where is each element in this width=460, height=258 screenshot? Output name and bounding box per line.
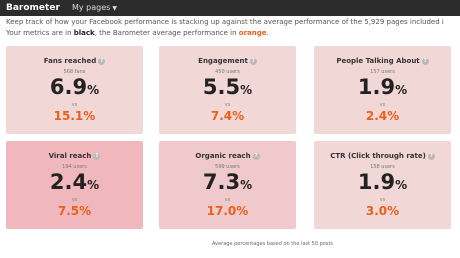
top-navigation-bar: Barometer My pages ▼ xyxy=(0,0,460,16)
card-benchmark: 7.5% xyxy=(57,204,92,218)
card-vs: vs xyxy=(71,102,78,108)
intro-line-1: Keep track of how your Facebook performa… xyxy=(6,18,444,26)
card-title: Engagement? xyxy=(159,57,296,66)
intro-black-word: black xyxy=(73,29,95,37)
card-vs: vs xyxy=(224,102,231,108)
card-title-text: CTR (Click through rate) xyxy=(330,152,426,160)
intro-text-part: . xyxy=(266,29,269,37)
card-benchmark: 3.0% xyxy=(365,204,400,218)
card-benchmark: 2.4% xyxy=(365,109,400,123)
card-value: 7.3% xyxy=(159,171,296,196)
card-benchmark: 17.0% xyxy=(206,204,249,218)
card-value: 1.9% xyxy=(314,171,451,196)
help-circle-icon[interactable]: ? xyxy=(249,57,257,65)
percent-sign: % xyxy=(240,83,253,97)
intro-text-part: , the Barometer average performance in xyxy=(94,29,239,37)
metric-card-viral-reach: Viral reach? 194 users 2.4% vs 7.5% xyxy=(6,141,143,229)
percent-sign: % xyxy=(87,178,100,192)
card-value-number: 5.5 xyxy=(202,75,241,99)
intro-text-part: Your metrics are in xyxy=(6,29,74,37)
card-title: CTR (Click through rate)? xyxy=(314,152,451,161)
card-title: Fans reached? xyxy=(6,57,143,66)
card-title: Organic reach? xyxy=(159,152,296,161)
metric-card-people-talking-about: People Talking About? 157 users 1.9% vs … xyxy=(314,46,451,134)
card-title-text: Engagement xyxy=(198,57,248,65)
card-title-text: Viral reach xyxy=(48,152,92,160)
card-title-text: Fans reached xyxy=(43,57,97,65)
card-title-text: Organic reach xyxy=(195,152,251,160)
brand-logo[interactable]: Barometer xyxy=(6,2,60,14)
caret-down-icon: ▼ xyxy=(112,5,117,12)
card-vs: vs xyxy=(379,197,386,203)
card-benchmark: 15.1% xyxy=(53,109,96,123)
help-circle-icon[interactable]: ? xyxy=(93,152,101,160)
card-value-number: 1.9 xyxy=(357,75,396,99)
card-title-text: People Talking About xyxy=(336,57,420,65)
card-value-number: 6.9 xyxy=(49,75,88,99)
intro-orange-word: orange xyxy=(238,29,267,37)
percent-sign: % xyxy=(395,83,408,97)
intro-line-2: Your metrics are in black, the Barometer… xyxy=(6,28,460,39)
metric-card-organic-reach: Organic reach? 599 users 7.3% vs 17.0% xyxy=(159,141,296,229)
card-value-number: 1.9 xyxy=(357,170,396,194)
card-value: 5.5% xyxy=(159,76,296,101)
metric-card-engagement: Engagement? 450 users 5.5% vs 7.4% xyxy=(159,46,296,134)
percent-sign: % xyxy=(87,83,100,97)
metric-card-ctr: CTR (Click through rate)? 158 users 1.9%… xyxy=(314,141,451,229)
card-value-number: 2.4 xyxy=(49,170,88,194)
my-pages-menu[interactable]: My pages ▼ xyxy=(72,2,117,14)
card-value: 6.9% xyxy=(6,76,143,101)
card-benchmark: 7.4% xyxy=(210,109,245,123)
help-circle-icon[interactable]: ? xyxy=(98,57,106,65)
help-circle-icon[interactable]: ? xyxy=(421,57,429,65)
card-value: 1.9% xyxy=(314,76,451,101)
card-vs: vs xyxy=(224,197,231,203)
help-circle-icon[interactable]: ? xyxy=(252,152,260,160)
help-circle-icon[interactable]: ? xyxy=(427,152,435,160)
percent-sign: % xyxy=(240,178,253,192)
card-title: Viral reach? xyxy=(6,152,143,161)
card-value-number: 7.3 xyxy=(202,170,241,194)
card-vs: vs xyxy=(379,102,386,108)
my-pages-label: My pages xyxy=(72,3,111,12)
card-title: People Talking About? xyxy=(314,57,451,66)
footnote: Average percentages based on the last 50… xyxy=(212,241,334,247)
card-value: 2.4% xyxy=(6,171,143,196)
metric-card-fans-reached: Fans reached? 568 fans 6.9% vs 15.1% xyxy=(6,46,143,134)
percent-sign: % xyxy=(395,178,408,192)
card-vs: vs xyxy=(71,197,78,203)
intro-text: Keep track of how your Facebook performa… xyxy=(6,17,460,39)
